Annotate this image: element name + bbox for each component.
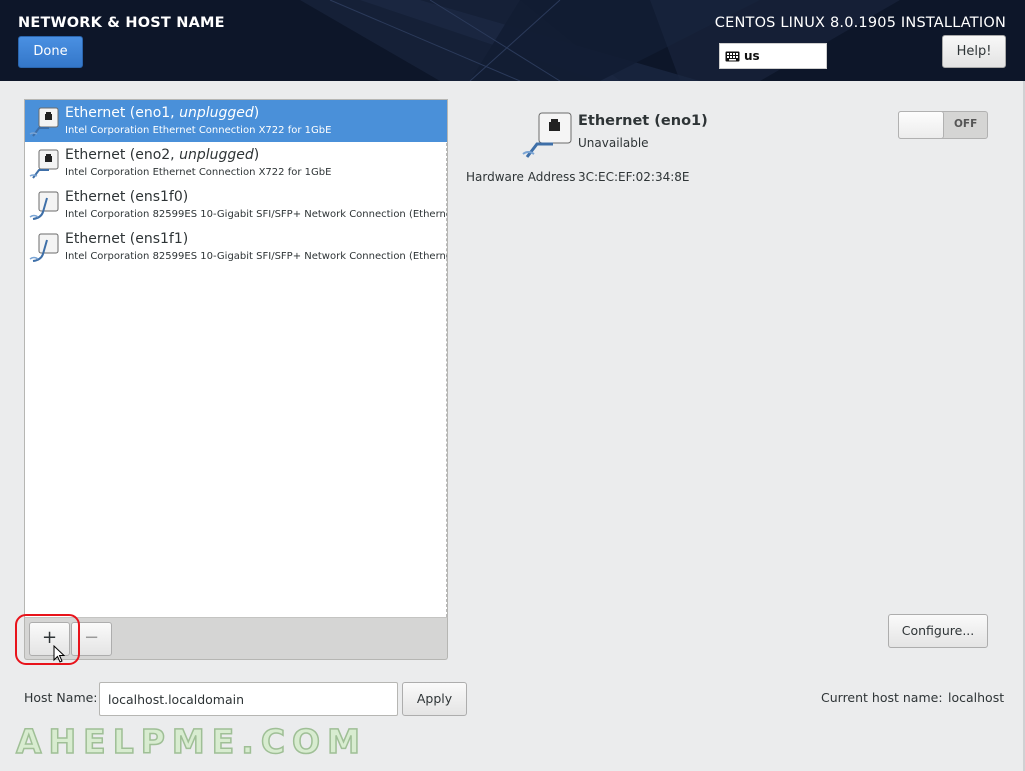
- device-description: Intel Corporation Ethernet Connection X7…: [65, 125, 332, 136]
- product-title: CENTOS LINUX 8.0.1905 INSTALLATION: [714, 15, 1006, 31]
- device-row-ens1f0[interactable]: Ethernet (ens1f0) Intel Corporation 8259…: [25, 184, 448, 226]
- ethernet-unplugged-icon: [522, 112, 572, 158]
- device-description: Intel Corporation 82599ES 10-Gigabit SFI…: [65, 251, 448, 262]
- host-name-input[interactable]: [99, 682, 398, 716]
- configure-button[interactable]: Configure...: [888, 614, 988, 648]
- device-name: Ethernet (ens1f1): [65, 231, 189, 247]
- ethernet-unplugged-icon: [29, 107, 59, 137]
- device-description: Intel Corporation Ethernet Connection X7…: [65, 167, 332, 178]
- header-bar: NETWORK & HOST NAME Done CENTOS LINUX 8.…: [0, 0, 1025, 81]
- device-name: Ethernet (eno2, unplugged): [65, 147, 260, 163]
- host-name-label: Host Name:: [24, 690, 98, 705]
- network-device-list[interactable]: Ethernet (eno1, unplugged) Intel Corpora…: [24, 99, 448, 617]
- watermark: AHELPME.COM: [15, 721, 367, 762]
- device-detail-status: Unavailable: [578, 136, 649, 150]
- toggle-knob: [898, 111, 944, 139]
- current-host-name-label: Current host name:: [821, 690, 943, 705]
- keyboard-layout-label: us: [744, 49, 760, 63]
- mouse-cursor-icon: [53, 645, 65, 663]
- current-host-name-value: localhost: [948, 690, 1005, 705]
- device-power-toggle[interactable]: OFF: [898, 111, 988, 139]
- hardware-address-value: 3C:EC:EF:02:34:8E: [578, 170, 690, 184]
- done-button[interactable]: Done: [18, 36, 83, 68]
- help-button[interactable]: Help!: [942, 35, 1006, 68]
- header-background: [300, 0, 900, 81]
- ethernet-unplugged-icon: [29, 149, 59, 179]
- toggle-state-label: OFF: [954, 118, 978, 130]
- device-row-ens1f1[interactable]: Ethernet (ens1f1) Intel Corporation 8259…: [25, 226, 448, 268]
- device-name: Ethernet (ens1f0): [65, 189, 189, 205]
- highlight-annotation: [15, 614, 80, 665]
- apply-button[interactable]: Apply: [402, 682, 467, 716]
- device-detail-name: Ethernet (eno1): [578, 113, 708, 129]
- device-row-eno2[interactable]: Ethernet (eno2, unplugged) Intel Corpora…: [25, 142, 447, 184]
- device-list-toolbar: + −: [24, 617, 448, 660]
- device-description: Intel Corporation 82599ES 10-Gigabit SFI…: [65, 209, 448, 220]
- ethernet-cable-icon: [29, 191, 59, 220]
- spoke-title: NETWORK & HOST NAME: [18, 15, 225, 31]
- device-row-eno1[interactable]: Ethernet (eno1, unplugged) Intel Corpora…: [25, 100, 447, 142]
- keyboard-layout-indicator[interactable]: us: [719, 43, 827, 69]
- device-name: Ethernet (eno1, unplugged): [65, 105, 260, 121]
- hardware-address-label: Hardware Address: [466, 170, 576, 184]
- ethernet-cable-icon: [29, 233, 59, 262]
- keyboard-icon: [725, 51, 740, 62]
